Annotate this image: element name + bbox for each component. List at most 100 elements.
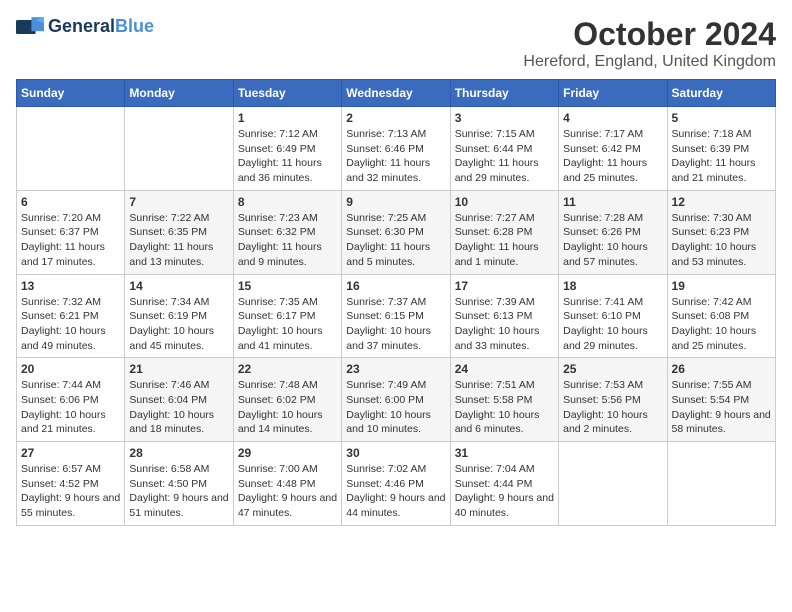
- day-number: 23: [346, 362, 445, 376]
- day-info: Sunrise: 7:04 AMSunset: 4:44 PMDaylight:…: [455, 462, 554, 521]
- day-number: 5: [672, 111, 771, 125]
- day-info: Sunrise: 7:20 AMSunset: 6:37 PMDaylight:…: [21, 211, 120, 270]
- day-info: Sunrise: 7:23 AMSunset: 6:32 PMDaylight:…: [238, 211, 337, 270]
- day-info: Sunrise: 7:34 AMSunset: 6:19 PMDaylight:…: [129, 295, 228, 354]
- logo: GeneralBlue: [16, 16, 154, 37]
- day-number: 9: [346, 195, 445, 209]
- day-info: Sunrise: 7:22 AMSunset: 6:35 PMDaylight:…: [129, 211, 228, 270]
- logo-icon: [16, 17, 44, 37]
- day-info: Sunrise: 7:55 AMSunset: 5:54 PMDaylight:…: [672, 378, 771, 437]
- location-title: Hereford, England, United Kingdom: [523, 53, 776, 71]
- day-info: Sunrise: 7:53 AMSunset: 5:56 PMDaylight:…: [563, 378, 662, 437]
- calendar-cell: 8Sunrise: 7:23 AMSunset: 6:32 PMDaylight…: [233, 190, 341, 274]
- calendar-week-row: 1Sunrise: 7:12 AMSunset: 6:49 PMDaylight…: [17, 107, 776, 191]
- calendar-header-row: SundayMondayTuesdayWednesdayThursdayFrid…: [17, 80, 776, 107]
- day-number: 3: [455, 111, 554, 125]
- day-number: 12: [672, 195, 771, 209]
- calendar-cell: 13 Sunrise: 7:32 AMSunset: 6:21 PMDayligh…: [17, 274, 125, 358]
- day-info: Sunrise: 7:41 AMSunset: 6:10 PMDaylight:…: [563, 295, 662, 354]
- day-number: 10: [455, 195, 554, 209]
- day-number: 21: [129, 362, 228, 376]
- calendar-header-friday: Friday: [559, 80, 667, 107]
- calendar-cell: 21 Sunrise: 7:46 AMSunset: 6:04 PMDayligh…: [125, 358, 233, 442]
- calendar-cell: 10 Sunrise: 7:27 AMSunset: 6:28 PMDayligh…: [450, 190, 558, 274]
- calendar-cell: 22 Sunrise: 7:48 AMSunset: 6:02 PMDayligh…: [233, 358, 341, 442]
- calendar-cell: 28 Sunrise: 6:58 AMSunset: 4:50 PMDayligh…: [125, 442, 233, 526]
- calendar-header-sunday: Sunday: [17, 80, 125, 107]
- calendar-cell: 18 Sunrise: 7:41 AMSunset: 6:10 PMDayligh…: [559, 274, 667, 358]
- day-number: 1: [238, 111, 337, 125]
- day-info: Sunrise: 7:18 AMSunset: 6:39 PMDaylight:…: [672, 127, 771, 186]
- day-info: Sunrise: 7:28 AMSunset: 6:26 PMDaylight:…: [563, 211, 662, 270]
- day-info: Sunrise: 7:46 AMSunset: 6:04 PMDaylight:…: [129, 378, 228, 437]
- calendar-cell: 2 Sunrise: 7:13 AMSunset: 6:46 PMDaylight…: [342, 107, 450, 191]
- day-info: Sunrise: 6:58 AMSunset: 4:50 PMDaylight:…: [129, 462, 228, 521]
- logo-blue: Blue: [115, 16, 154, 36]
- calendar: SundayMondayTuesdayWednesdayThursdayFrid…: [16, 79, 776, 526]
- day-info: Sunrise: 6:57 AMSunset: 4:52 PMDaylight:…: [21, 462, 120, 521]
- calendar-cell: 4 Sunrise: 7:17 AMSunset: 6:42 PMDaylight…: [559, 107, 667, 191]
- day-number: 19: [672, 279, 771, 293]
- day-number: 26: [672, 362, 771, 376]
- calendar-cell: 5 Sunrise: 7:18 AMSunset: 6:39 PMDaylight…: [667, 107, 775, 191]
- day-number: 16: [346, 279, 445, 293]
- calendar-week-row: 20 Sunrise: 7:44 AMSunset: 6:06 PMDayligh…: [17, 358, 776, 442]
- day-number: 28: [129, 446, 228, 460]
- day-number: 6: [21, 195, 120, 209]
- calendar-week-row: 6 Sunrise: 7:20 AMSunset: 6:37 PMDaylight…: [17, 190, 776, 274]
- day-number: 18: [563, 279, 662, 293]
- day-info: Sunrise: 7:51 AMSunset: 5:58 PMDaylight:…: [455, 378, 554, 437]
- day-info: Sunrise: 7:32 AMSunset: 6:21 PMDaylight:…: [21, 295, 120, 354]
- calendar-cell: 12Sunrise: 7:30 AMSunset: 6:23 PMDayligh…: [667, 190, 775, 274]
- day-number: 17: [455, 279, 554, 293]
- day-number: 2: [346, 111, 445, 125]
- day-info: Sunrise: 7:49 AMSunset: 6:00 PMDaylight:…: [346, 378, 445, 437]
- day-info: Sunrise: 7:27 AMSunset: 6:28 PMDaylight:…: [455, 211, 554, 270]
- day-info: Sunrise: 7:17 AMSunset: 6:42 PMDaylight:…: [563, 127, 662, 186]
- calendar-header-wednesday: Wednesday: [342, 80, 450, 107]
- day-info: Sunrise: 7:39 AMSunset: 6:13 PMDaylight:…: [455, 295, 554, 354]
- calendar-cell: 20 Sunrise: 7:44 AMSunset: 6:06 PMDayligh…: [17, 358, 125, 442]
- calendar-cell: 6 Sunrise: 7:20 AMSunset: 6:37 PMDaylight…: [17, 190, 125, 274]
- day-number: 11: [563, 195, 662, 209]
- calendar-header-saturday: Saturday: [667, 80, 775, 107]
- day-info: Sunrise: 7:35 AMSunset: 6:17 PMDaylight:…: [238, 295, 337, 354]
- day-number: 4: [563, 111, 662, 125]
- calendar-week-row: 13 Sunrise: 7:32 AMSunset: 6:21 PMDayligh…: [17, 274, 776, 358]
- logo-general: General: [48, 16, 115, 36]
- header: GeneralBlue October 2024 Hereford, Engla…: [16, 16, 776, 71]
- calendar-cell: 11 Sunrise: 7:28 AMSunset: 6:26 PMDayligh…: [559, 190, 667, 274]
- calendar-week-row: 27 Sunrise: 6:57 AMSunset: 4:52 PMDayligh…: [17, 442, 776, 526]
- calendar-cell: 30 Sunrise: 7:02 AMSunset: 4:46 PMDayligh…: [342, 442, 450, 526]
- calendar-cell: 26 Sunrise: 7:55 AMSunset: 5:54 PMDayligh…: [667, 358, 775, 442]
- day-info: Sunrise: 7:42 AMSunset: 6:08 PMDaylight:…: [672, 295, 771, 354]
- day-info: Sunrise: 7:37 AMSunset: 6:15 PMDaylight:…: [346, 295, 445, 354]
- day-number: 30: [346, 446, 445, 460]
- calendar-cell: 16 Sunrise: 7:37 AMSunset: 6:15 PMDayligh…: [342, 274, 450, 358]
- day-info: Sunrise: 7:48 AMSunset: 6:02 PMDaylight:…: [238, 378, 337, 437]
- day-info: Sunrise: 7:13 AMSunset: 6:46 PMDaylight:…: [346, 127, 445, 186]
- month-title: October 2024: [523, 16, 776, 53]
- calendar-cell: 7Sunrise: 7:22 AMSunset: 6:35 PMDaylight…: [125, 190, 233, 274]
- day-number: 20: [21, 362, 120, 376]
- day-info: Sunrise: 7:00 AMSunset: 4:48 PMDaylight:…: [238, 462, 337, 521]
- calendar-cell: 3 Sunrise: 7:15 AMSunset: 6:44 PMDaylight…: [450, 107, 558, 191]
- day-info: Sunrise: 7:02 AMSunset: 4:46 PMDaylight:…: [346, 462, 445, 521]
- calendar-cell: 19 Sunrise: 7:42 AMSunset: 6:08 PMDayligh…: [667, 274, 775, 358]
- calendar-cell: [667, 442, 775, 526]
- calendar-cell: 25 Sunrise: 7:53 AMSunset: 5:56 PMDayligh…: [559, 358, 667, 442]
- calendar-cell: 29Sunrise: 7:00 AMSunset: 4:48 PMDayligh…: [233, 442, 341, 526]
- calendar-cell: [17, 107, 125, 191]
- calendar-cell: 27 Sunrise: 6:57 AMSunset: 4:52 PMDayligh…: [17, 442, 125, 526]
- calendar-cell: 1Sunrise: 7:12 AMSunset: 6:49 PMDaylight…: [233, 107, 341, 191]
- day-number: 27: [21, 446, 120, 460]
- calendar-header-tuesday: Tuesday: [233, 80, 341, 107]
- day-number: 22: [238, 362, 337, 376]
- day-number: 15: [238, 279, 337, 293]
- day-number: 31: [455, 446, 554, 460]
- day-number: 13: [21, 279, 120, 293]
- day-number: 25: [563, 362, 662, 376]
- calendar-cell: 9Sunrise: 7:25 AMSunset: 6:30 PMDaylight…: [342, 190, 450, 274]
- day-info: Sunrise: 7:15 AMSunset: 6:44 PMDaylight:…: [455, 127, 554, 186]
- day-info: Sunrise: 7:44 AMSunset: 6:06 PMDaylight:…: [21, 378, 120, 437]
